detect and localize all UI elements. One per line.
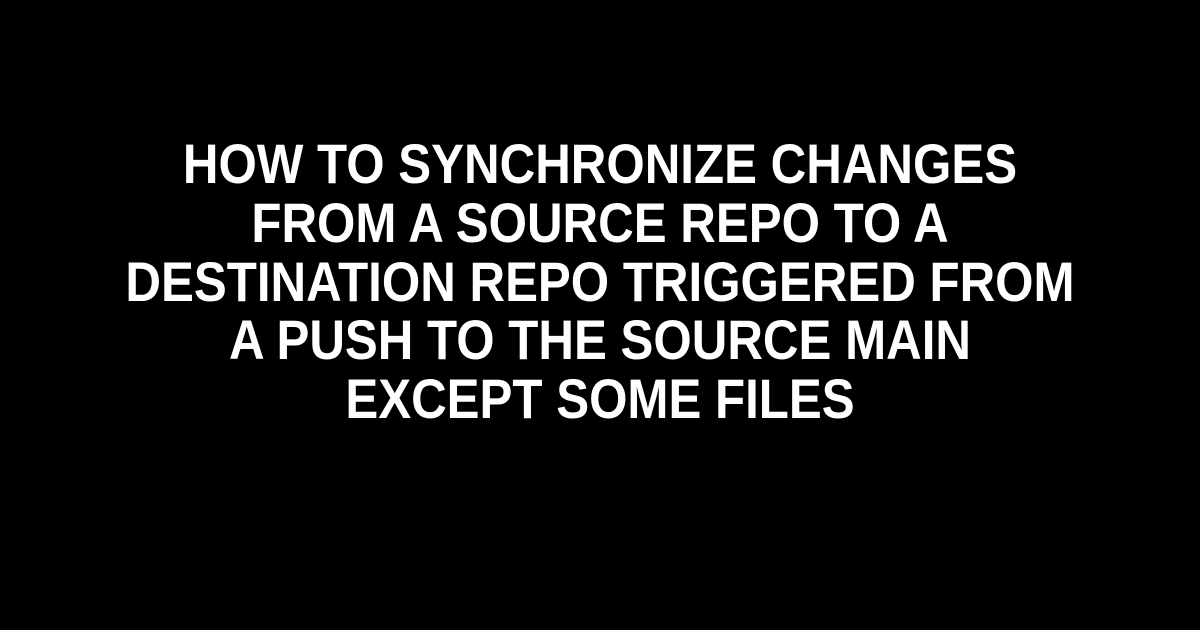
- page-title: HOW TO SYNCHRONIZE CHANGES FROM A SOURCE…: [125, 135, 1075, 429]
- title-container: HOW TO SYNCHRONIZE CHANGES FROM A SOURCE…: [0, 0, 1200, 429]
